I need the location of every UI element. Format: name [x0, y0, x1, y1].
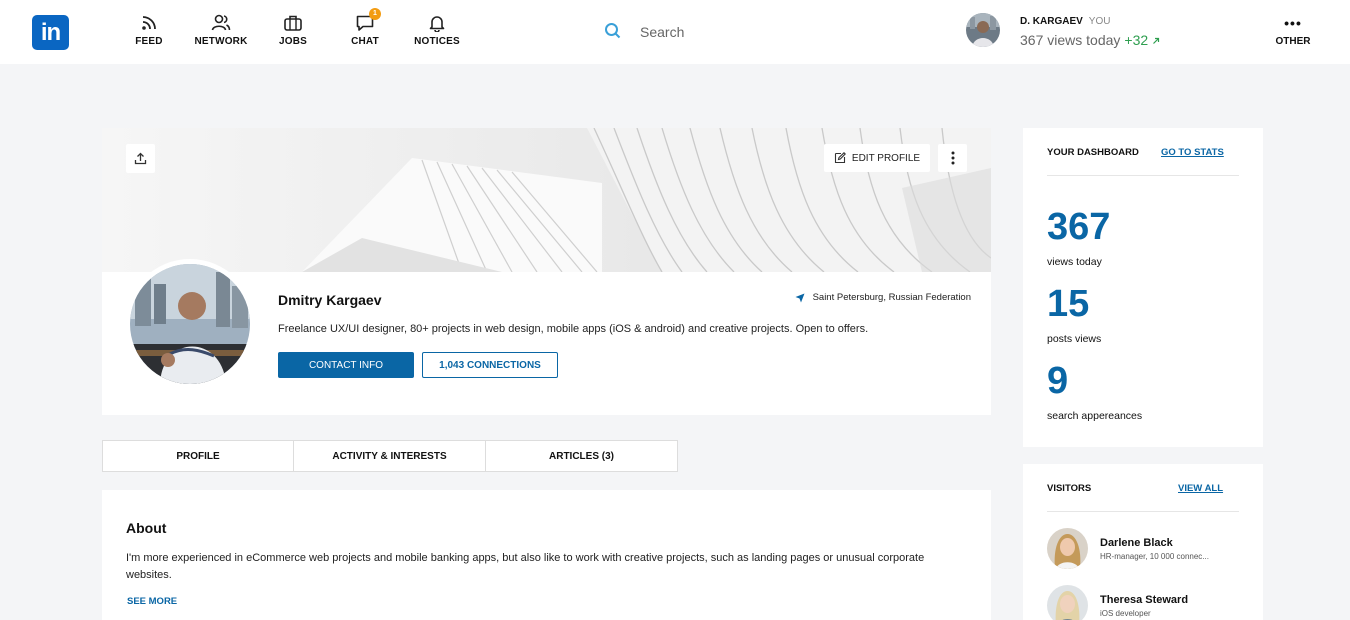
user-name-text: D. KARGAEV: [1020, 16, 1083, 27]
edit-profile-label: EDIT PROFILE: [851, 152, 921, 164]
view-all-link[interactable]: VIEW ALL: [1178, 483, 1223, 494]
edit-profile-button[interactable]: EDIT PROFILE: [824, 144, 930, 172]
nav-jobs[interactable]: JOBS: [258, 14, 328, 47]
views-delta: +32: [1124, 32, 1160, 48]
connections-button[interactable]: 1,043 CONNECTIONS: [422, 352, 558, 378]
more-options-button[interactable]: [938, 144, 967, 172]
views-delta-value: +32: [1124, 32, 1149, 48]
stat-views-label: views today: [1047, 256, 1102, 268]
stat-views-value: 367: [1047, 206, 1111, 248]
visitor-avatar: [1047, 585, 1088, 620]
nav-notices-label: NOTICES: [414, 36, 460, 47]
people-icon: [211, 14, 231, 31]
more-horizontal-icon: •••: [1284, 15, 1302, 31]
profile-tabs: PROFILE ACTIVITY & INTERESTS ARTICLES (3…: [102, 440, 678, 472]
linkedin-logo[interactable]: in: [32, 15, 69, 50]
visitor-item[interactable]: Darlene Black HR-manager, 10 000 connec.…: [1047, 528, 1247, 570]
chat-badge: 1: [369, 8, 381, 20]
top-navbar: in FEED NETWORK JOBS 1 CHAT NOTICES Sear…: [0, 0, 1350, 64]
cover-image: EDIT PROFILE: [102, 128, 991, 272]
nav-other[interactable]: ••• OTHER: [1268, 15, 1318, 47]
contact-info-button[interactable]: CONTACT INFO: [278, 352, 414, 378]
user-avatar[interactable]: [966, 13, 1000, 47]
user-you-label: YOU: [1088, 16, 1111, 27]
nav-chat[interactable]: 1 CHAT: [330, 8, 400, 47]
profile-location: Saint Petersburg, Russian Federation: [795, 292, 971, 303]
search-bar: [604, 20, 904, 44]
dashboard-card: YOUR DASHBOARD GO TO STATS 367 views tod…: [1023, 128, 1263, 447]
arrow-up-right-icon: [1153, 37, 1160, 44]
stat-posts-label: posts views: [1047, 333, 1102, 345]
nav-other-label: OTHER: [1275, 36, 1311, 47]
tab-articles[interactable]: ARTICLES (3): [486, 440, 678, 472]
nav-feed-label: FEED: [135, 36, 163, 47]
location-arrow-icon: [795, 293, 805, 302]
rss-icon: [142, 16, 156, 30]
visitor-name: Darlene Black: [1100, 537, 1173, 549]
visitor-name: Theresa Steward: [1100, 594, 1189, 606]
visitor-item[interactable]: Theresa Steward iOS developer: [1047, 585, 1247, 620]
search-input[interactable]: [640, 20, 880, 44]
bell-icon: [429, 16, 445, 32]
profile-headline: Freelance UX/UI designer, 80+ projects i…: [278, 323, 869, 335]
nav-chat-label: CHAT: [351, 36, 379, 47]
see-more-link[interactable]: SEE MORE: [127, 596, 177, 607]
tab-profile[interactable]: PROFILE: [102, 440, 294, 472]
visitor-role: iOS developer: [1100, 609, 1151, 618]
user-name: D. KARGAEV YOU: [1020, 16, 1110, 27]
share-button[interactable]: [126, 144, 155, 173]
about-text: I'm more experienced in eCommerce web pr…: [126, 552, 925, 581]
visitors-card: VISITORS VIEW ALL Darlene Black HR-manag…: [1023, 464, 1263, 620]
divider: [1047, 175, 1239, 176]
profile-name: Dmitry Kargaev: [278, 292, 382, 308]
tab-activity-interests[interactable]: ACTIVITY & INTERESTS: [294, 440, 486, 472]
user-views: 367 views today +32: [1020, 32, 1160, 48]
stat-search-label: search appereances: [1047, 410, 1143, 422]
profile-card: EDIT PROFILE Dmitry Kargaev Saint Peters…: [102, 128, 991, 415]
dashboard-title: YOUR DASHBOARD: [1047, 147, 1139, 158]
nav-jobs-label: JOBS: [278, 36, 308, 47]
upload-icon: [134, 152, 147, 165]
user-views-text: 367 views today: [1020, 32, 1121, 48]
nav-network-label: NETWORK: [194, 36, 248, 47]
search-icon[interactable]: [604, 22, 622, 40]
divider: [1047, 511, 1239, 512]
nav-feed[interactable]: FEED: [114, 14, 184, 47]
pencil-icon: [834, 152, 846, 164]
briefcase-icon: [284, 15, 302, 31]
visitor-role: HR-manager, 10 000 connec...: [1100, 552, 1209, 561]
visitor-avatar: [1047, 528, 1088, 569]
nav-network[interactable]: NETWORK: [186, 14, 256, 47]
go-to-stats-link[interactable]: GO TO STATS: [1161, 147, 1224, 158]
stat-search-value: 9: [1047, 360, 1069, 402]
nav-notices[interactable]: NOTICES: [402, 14, 472, 47]
stat-posts-value: 15: [1047, 283, 1090, 325]
more-vertical-icon: [951, 151, 954, 165]
about-title: About: [126, 520, 167, 536]
visitors-title: VISITORS: [1047, 483, 1092, 494]
profile-location-text: Saint Petersburg, Russian Federation: [812, 292, 971, 303]
about-section: About I'm more experienced in eCommerce …: [102, 490, 991, 620]
profile-avatar[interactable]: [125, 259, 255, 389]
